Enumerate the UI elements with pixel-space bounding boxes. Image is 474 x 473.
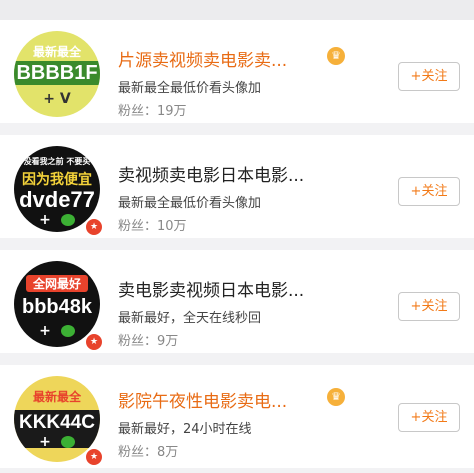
verified-badge-icon: ★ [84,217,104,237]
fans-count: 粉丝：9万 [118,334,179,349]
fans-count: 粉丝：10万 [118,219,187,234]
user-name[interactable]: 影院午夜性电影卖电... [118,387,287,412]
user-name[interactable]: 卖电影卖视频日本电影... [118,276,304,301]
user-name[interactable]: 卖视频卖电影日本电影... [118,161,304,186]
user-card[interactable]: 全网最好 bbb48k + ★ 卖电影卖视频日本电影... 最新最好，全天在线秒… [0,250,474,353]
top-band [0,0,474,20]
avatar-top-text: 最新最全 [32,390,81,404]
avatar-bottom-text: + [39,323,51,339]
user-name[interactable]: 片源卖视频卖电影卖... [118,46,287,71]
avatar-id-text: bbb48k [21,296,93,318]
follow-button[interactable]: +关注 [398,403,460,432]
fans-count: 粉丝：8万 [118,445,179,460]
avatar-top-text: 全网最好 [26,275,88,292]
avatar-id-text: KKK44C [18,412,96,433]
wechat-icon [61,214,75,226]
user-description: 最新最全最低价看头像加 [118,196,262,211]
follow-button[interactable]: +关注 [398,177,460,206]
follow-button[interactable]: +关注 [398,292,460,321]
user-description: 最新最好，全天在线秒回 [118,311,262,326]
fans-count: 粉丝：19万 [118,104,187,119]
avatar[interactable]: 最新最全 BBBB1F + V [14,31,100,117]
avatar-top-text: 最新最全 [32,45,81,59]
wechat-icon [61,436,75,448]
user-card[interactable]: 最新最全 KKK44C + ★ 影院午夜性电影卖电... ♛ 最新最好，24小时… [0,365,474,468]
avatar-id-text: dvde77 [19,187,95,212]
user-description: 最新最好，24小时在线 [118,422,252,437]
verified-badge-icon: ★ [84,447,104,467]
avatar-id-text: BBBB1F [16,62,98,84]
crown-icon: ♛ [327,388,345,406]
avatar-top-text: 没看我之前 不要买 [23,157,91,166]
follow-button[interactable]: +关注 [398,62,460,91]
crown-icon: ♛ [327,47,345,65]
user-description: 最新最全最低价看头像加 [118,81,262,96]
avatar-mid-text: 因为我便宜 [22,171,92,187]
avatar-bottom-text: + [39,212,51,228]
wechat-icon [61,325,75,337]
verified-badge-icon: ★ [84,332,104,352]
user-card[interactable]: 最新最全 BBBB1F + V 片源卖视频卖电影卖... ♛ 最新最全最低价看头… [0,20,474,123]
avatar-bottom-text: + [39,434,51,450]
user-card[interactable]: 没看我之前 不要买 因为我便宜 dvde77 + ★ 卖视频卖电影日本电影...… [0,135,474,238]
avatar-bottom-text: + V [43,91,71,107]
